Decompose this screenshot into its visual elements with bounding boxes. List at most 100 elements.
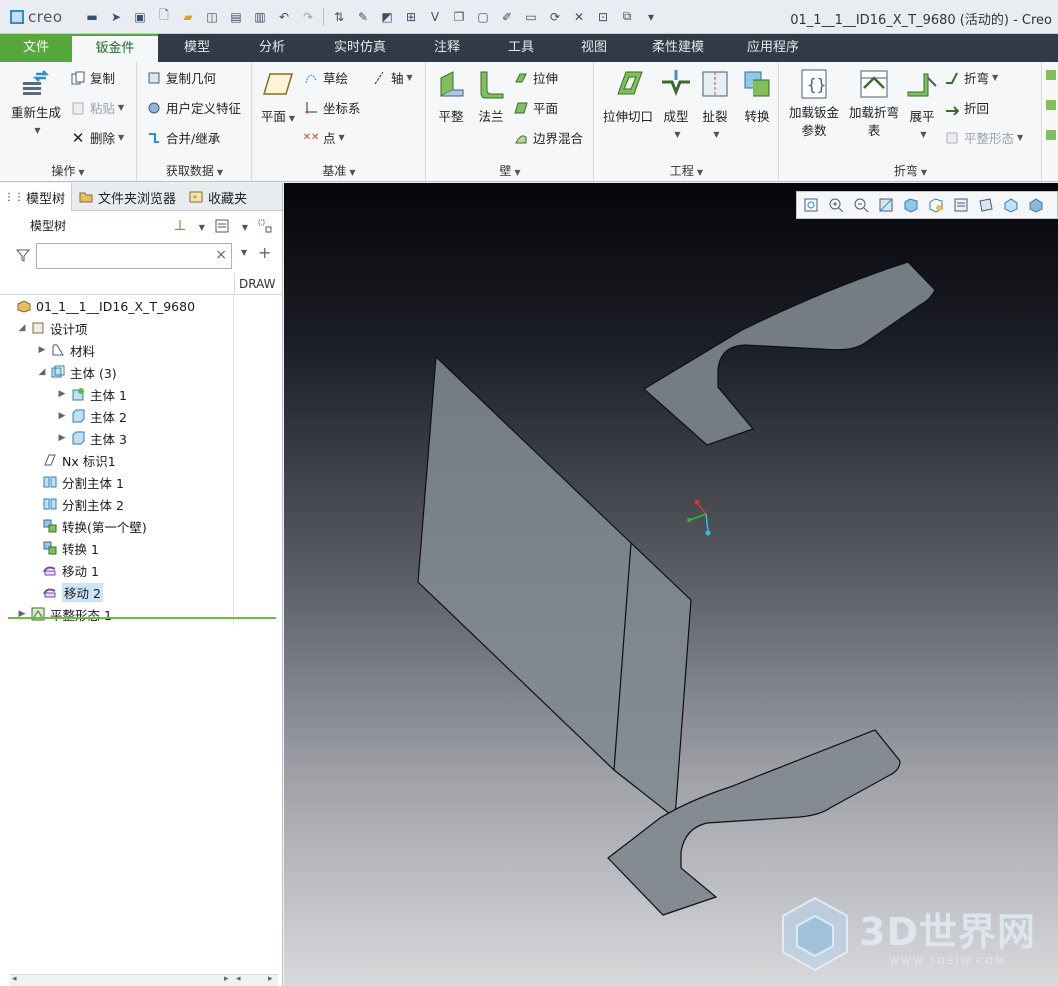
point-button[interactable]: ✕✕ 点 ▼ (303, 128, 345, 147)
collapse-arrow-icon[interactable]: ▶ (56, 433, 68, 443)
form-button[interactable]: 成型 ▼ (659, 68, 693, 144)
draw-column-header[interactable]: DRAW (234, 273, 282, 295)
tree-filter-options-icon[interactable] (258, 219, 272, 236)
filter-dropdown-icon[interactable]: ▼ (241, 248, 247, 257)
expand-arrow-icon[interactable]: ◢ (36, 367, 48, 377)
plane-button[interactable]: 平面 ▼ (257, 68, 299, 128)
add-column-icon[interactable]: + (258, 243, 271, 262)
collapse-arrow-icon[interactable]: ▶ (56, 389, 68, 399)
tree-item-split-body-1[interactable]: 分割主体 1 (0, 471, 282, 493)
tree-item-design-items[interactable]: ◢ 设计项 (0, 317, 282, 339)
flat-wall-button[interactable]: 平整 (431, 68, 471, 126)
display-icon[interactable]: ◩ (378, 8, 396, 26)
boundary-blend-button[interactable]: 边界混合 (513, 128, 583, 147)
csys-button[interactable]: 坐标系 (303, 98, 361, 117)
open-folder-icon[interactable]: ▰ (179, 8, 197, 26)
tab-analysis[interactable]: 分析 (236, 34, 308, 62)
tree-item-nx-id[interactable]: Nx 标识1 (0, 449, 282, 471)
tree-item-split-body-2[interactable]: 分割主体 2 (0, 493, 282, 515)
group-label-engineering[interactable]: 工程 ▼ (595, 162, 778, 179)
tree-item-material[interactable]: ▶ 材料 (0, 339, 282, 361)
group-label-get-data[interactable]: 获取数据 ▼ (138, 162, 251, 179)
tab-sheetmetal[interactable]: 钣金件 (72, 34, 158, 62)
upper-bracket-part[interactable] (642, 261, 936, 446)
horizontal-scrollbar[interactable]: ◂ ▸ ◂ ▸ (10, 974, 278, 986)
planar-wall-button[interactable]: 平面 (513, 98, 558, 117)
tab-annotate[interactable]: 注释 (412, 34, 482, 62)
tab-model-tree[interactable]: ⋮⋮ 模型树 (0, 183, 73, 211)
rip-button[interactable]: 扯裂 ▼ (695, 68, 735, 144)
extrude-cut-button[interactable]: 拉伸切口 (597, 68, 659, 126)
select-arrow-icon[interactable]: ➤ (107, 8, 125, 26)
tree-item-bodies[interactable]: ◢ 主体 (3) (0, 361, 282, 383)
view-manager-icon[interactable]: ⊡ (594, 8, 612, 26)
tab-file[interactable]: 文件 (0, 34, 72, 62)
tree-item-move-1[interactable]: 移动 1 (0, 559, 282, 581)
tab-applications[interactable]: 应用程序 (728, 34, 818, 62)
monitor-icon[interactable]: ▭ (522, 8, 540, 26)
group-label-bends[interactable]: 折弯 ▼ (780, 162, 1041, 179)
load-sheetmetal-params-button[interactable]: {} 加载钣金 参数 (784, 68, 844, 140)
replay-icon[interactable]: ✎ (354, 8, 372, 26)
tab-favorites[interactable]: * 收藏夹 (182, 183, 253, 211)
windows-icon[interactable]: ⧉ (618, 8, 636, 26)
overflow-icon[interactable] (1046, 70, 1056, 80)
close-window-icon[interactable]: ✕ (570, 8, 588, 26)
extrude-wall-button[interactable]: 拉伸 (513, 68, 558, 87)
tab-model[interactable]: 模型 (158, 34, 236, 62)
edit-icon[interactable]: ✐ (498, 8, 516, 26)
tree-item-body-3[interactable]: ▶ 主体 3 (0, 427, 282, 449)
scroll-left-icon[interactable]: ◂ (236, 974, 241, 984)
tree-item-part[interactable]: 01_1__1__ID16_X_T_9680 (0, 295, 282, 317)
model-geometry[interactable] (284, 183, 1058, 986)
scroll-right-icon[interactable]: ▸ (268, 974, 273, 984)
graphics-viewport[interactable]: 3D世界网 WWW.3DSJW.COM (284, 183, 1058, 986)
tab-flexible-modeling[interactable]: 柔性建模 (628, 34, 728, 62)
group-label-wall[interactable]: 壁 ▼ (427, 162, 593, 179)
copy-geometry-button[interactable]: 复制几何 (146, 68, 216, 87)
tree-item-convert-1[interactable]: 转换 1 (0, 537, 282, 559)
overflow-icon[interactable] (1046, 100, 1056, 110)
group-label-operations[interactable]: 操作 ▼ (0, 162, 136, 179)
flat-state-button[interactable]: 平整形态 ▼ (944, 128, 1023, 147)
v2-icon[interactable]: V (426, 8, 444, 26)
tree-item-body-2[interactable]: ▶ 主体 2 (0, 405, 282, 427)
tree-search-input[interactable]: × (36, 243, 232, 269)
toolbar-icon[interactable]: ▬ (83, 8, 101, 26)
tree-item-move-2[interactable]: 移动 2 (0, 581, 282, 603)
redo-icon[interactable]: ↷ (299, 8, 317, 26)
refresh-icon[interactable]: ⟳ (546, 8, 564, 26)
overflow-icon[interactable] (1046, 130, 1056, 140)
tab-tools[interactable]: 工具 (482, 34, 560, 62)
regenerate-button[interactable]: 重新生成 ▼ (6, 68, 66, 140)
customize-dropdown-icon[interactable]: ▾ (642, 8, 660, 26)
window-icon[interactable]: ▣ (131, 8, 149, 26)
scroll-left-icon[interactable]: ◂ (12, 974, 17, 984)
insert-indicator[interactable] (8, 617, 276, 619)
collapse-arrow-icon[interactable]: ▶ (56, 411, 68, 421)
regenerate-icon[interactable]: ⇅ (330, 8, 348, 26)
axis-button[interactable]: 轴 ▼ (371, 68, 413, 87)
delete-button[interactable]: ✕ 删除 ▼ (70, 128, 124, 147)
tag-icon[interactable]: ⊞ (402, 8, 420, 26)
copy-button[interactable]: 复制 (70, 68, 115, 87)
merge-inherit-button[interactable]: 合并/继承 (146, 128, 220, 147)
large-panel-part[interactable] (417, 355, 692, 820)
tree-item-flat-state-1[interactable]: ▶ 平整形态 1 (0, 603, 282, 625)
expand-arrow-icon[interactable]: ◢ (16, 323, 28, 333)
tree-settings-icon[interactable]: 𝍥 (174, 215, 185, 239)
udf-button[interactable]: 用户定义特征 (146, 98, 241, 117)
tab-live-simulation[interactable]: 实时仿真 (308, 34, 412, 62)
save-copy-icon[interactable]: ▥ (251, 8, 269, 26)
unbend-button[interactable]: 展平 ▼ (904, 68, 940, 144)
copy-icon[interactable]: ❐ (450, 8, 468, 26)
tab-view[interactable]: 视图 (560, 34, 628, 62)
open-recent-icon[interactable]: ◫ (203, 8, 221, 26)
undo-icon[interactable]: ↶ (275, 8, 293, 26)
paste-button[interactable]: 粘贴 ▼ (70, 98, 124, 117)
save-icon[interactable]: ▤ (227, 8, 245, 26)
tree-item-body-1[interactable]: ▶ 主体 1 (0, 383, 282, 405)
show-columns-icon[interactable] (215, 219, 229, 236)
tree-item-convert-first-wall[interactable]: 转换(第一个壁) (0, 515, 282, 537)
collapse-arrow-icon[interactable]: ▶ (36, 345, 48, 355)
